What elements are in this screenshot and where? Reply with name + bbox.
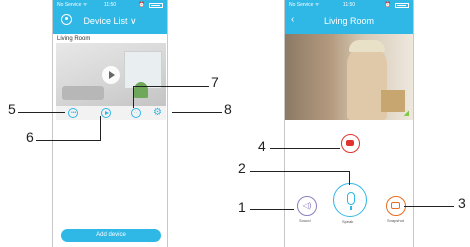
- callout-line-2: [250, 171, 349, 172]
- play-icon[interactable]: [102, 65, 120, 84]
- time-text: 11:50: [342, 2, 356, 8]
- device-action-bar: ••• ∴ ⚙: [56, 106, 166, 120]
- record-icon[interactable]: [341, 134, 360, 153]
- live-view-screen: No Service ᯤ 11:50 ⏰ ‹ Living Room ◢ ◁) …: [284, 0, 414, 247]
- header-bar: No Service ᯤ 11:50 ⏰ Device List ∨: [53, 0, 167, 34]
- device-list-screen: No Service ᯤ 11:50 ⏰ Device List ∨ Livin…: [52, 0, 168, 247]
- callout-line-5: [18, 112, 65, 113]
- callout-vline-2: [349, 171, 350, 185]
- callout-8: 8: [224, 101, 232, 117]
- callout-6: 6: [26, 129, 34, 145]
- add-device-button[interactable]: Add device: [61, 229, 161, 242]
- callout-2: 2: [238, 160, 246, 176]
- speak-label: Speak: [342, 219, 354, 224]
- page-title: Living Room: [323, 16, 375, 26]
- preview-sofa-decor: [62, 86, 104, 100]
- callout-line-4: [270, 148, 340, 149]
- callout-vline-6: [100, 116, 101, 141]
- battery-icon: [149, 3, 163, 8]
- callout-vline-7: [133, 86, 134, 108]
- camera-icon[interactable]: [386, 196, 406, 216]
- preview-plant-decor: [134, 82, 148, 98]
- status-bar: No Service ᯤ 11:50 ⏰: [289, 2, 409, 10]
- callout-line-3: [404, 206, 454, 207]
- sound-icon[interactable]: ◁): [297, 196, 317, 216]
- alarm-icon: ⏰: [138, 2, 145, 8]
- callout-7: 7: [211, 74, 219, 90]
- settings-icon[interactable]: ⚙: [153, 108, 163, 118]
- microphone-icon: [347, 192, 355, 205]
- callout-3: 3: [458, 195, 466, 211]
- callout-4: 4: [258, 138, 266, 154]
- video-person-hat: [349, 40, 385, 52]
- speak-button[interactable]: [333, 183, 367, 217]
- sound-label: Sound: [299, 218, 311, 223]
- live-video-feed[interactable]: ◢: [285, 34, 413, 120]
- page-title[interactable]: Device List ∨: [53, 16, 167, 27]
- snapshot-label: Snapshot: [387, 218, 404, 223]
- header-bar: No Service ᯤ 11:50 ⏰ ‹ Living Room: [285, 0, 413, 34]
- time-text: 11:50: [103, 2, 117, 8]
- callout-line-1: [250, 209, 294, 210]
- callout-1: 1: [238, 199, 246, 215]
- message-icon[interactable]: •••: [68, 108, 78, 118]
- share-icon[interactable]: ∴: [131, 108, 141, 118]
- status-bar: No Service ᯤ 11:50 ⏰: [57, 2, 163, 10]
- device-name: Living Room: [57, 36, 91, 42]
- callout-line-7: [133, 86, 209, 87]
- battery-icon: [395, 3, 409, 8]
- video-package: [381, 90, 405, 112]
- alarm-icon: ⏰: [384, 2, 391, 8]
- callout-line-8: [172, 112, 222, 113]
- callout-line-6: [36, 140, 100, 141]
- playback-icon[interactable]: [101, 108, 111, 118]
- callout-5: 5: [8, 101, 16, 117]
- microphone-stand: [350, 206, 352, 210]
- camera-preview[interactable]: [56, 43, 166, 106]
- wifi-icon: ◢: [403, 110, 409, 117]
